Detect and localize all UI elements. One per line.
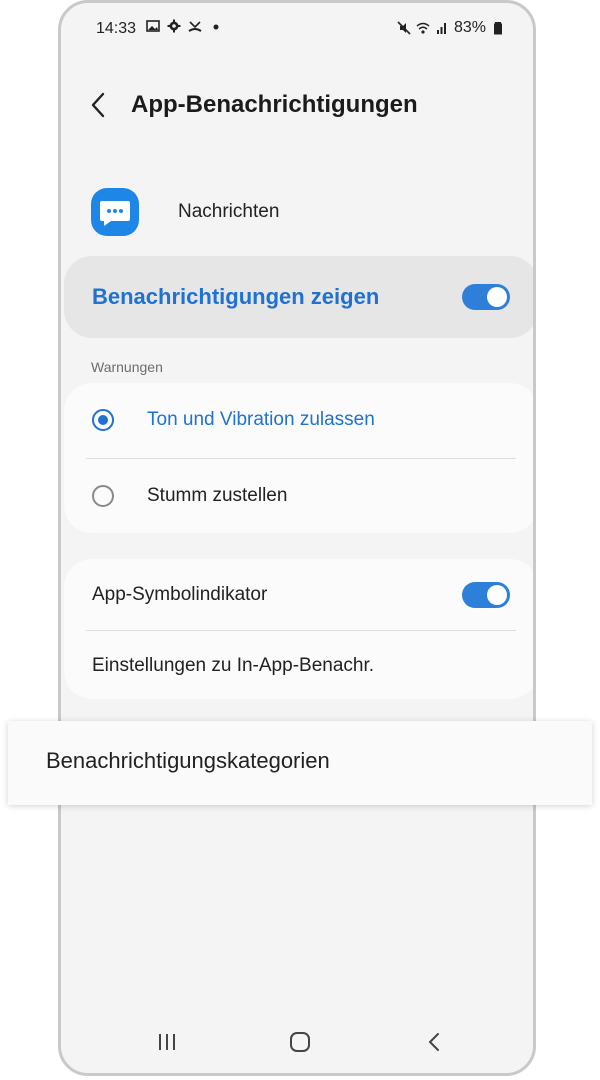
signal-icon bbox=[436, 23, 446, 34]
battery-percent: 83% bbox=[453, 19, 486, 36]
app-badge-row[interactable]: App-Symbolindikator bbox=[64, 559, 533, 630]
mute-icon bbox=[397, 21, 411, 35]
missed-call-icon bbox=[188, 21, 202, 32]
app-name: Nachrichten bbox=[178, 201, 280, 222]
app-row: Nachrichten bbox=[61, 183, 533, 243]
wifi-icon bbox=[416, 22, 430, 34]
alert-option-sound[interactable]: Ton und Vibration zulassen bbox=[64, 383, 533, 458]
app-badge-toggle[interactable] bbox=[462, 582, 510, 608]
radio-selected-icon[interactable] bbox=[92, 409, 114, 431]
chevron-left-icon[interactable] bbox=[89, 91, 109, 119]
page-title: App-Benachrichtigungen bbox=[131, 91, 418, 118]
gear-icon bbox=[167, 19, 181, 33]
in-app-settings-row[interactable]: Einstellungen zu In-App-Benachr. bbox=[64, 631, 533, 699]
toggle-knob bbox=[487, 585, 507, 605]
in-app-settings-label: Einstellungen zu In-App-Benachr. bbox=[92, 655, 375, 676]
notification-categories-row[interactable]: Benachrichtigungskategorien bbox=[8, 721, 592, 805]
home-icon[interactable] bbox=[287, 1029, 313, 1055]
navigation-bar bbox=[61, 1013, 533, 1073]
back-icon[interactable] bbox=[422, 1029, 448, 1055]
notification-categories-label: Benachrichtigungskategorien bbox=[46, 748, 330, 773]
image-icon bbox=[146, 20, 160, 32]
recents-icon[interactable] bbox=[154, 1029, 180, 1055]
alerts-section-label: Warnungen bbox=[91, 359, 163, 375]
alert-option-label: Stumm zustellen bbox=[147, 485, 288, 506]
app-badge-label: App-Symbolindikator bbox=[92, 584, 268, 605]
alert-option-label: Ton und Vibration zulassen bbox=[147, 409, 375, 430]
toggle-knob bbox=[487, 287, 507, 307]
status-right-icons: 83% bbox=[397, 19, 505, 37]
status-bar: 14:33 83% bbox=[61, 3, 533, 57]
settings-card: App-Symbolindikator Einstellungen zu In-… bbox=[64, 559, 533, 699]
show-notifications-label: Benachrichtigungen zeigen bbox=[92, 284, 380, 309]
dot-icon bbox=[213, 24, 219, 30]
status-left-icons bbox=[146, 19, 223, 33]
battery-icon bbox=[494, 22, 502, 35]
status-time: 14:33 bbox=[96, 20, 137, 37]
chat-bubble-icon bbox=[91, 188, 139, 236]
show-notifications-row[interactable]: Benachrichtigungen zeigen bbox=[64, 256, 533, 338]
header: App-Benachrichtigungen bbox=[61, 73, 533, 137]
alert-option-silent[interactable]: Stumm zustellen bbox=[64, 459, 533, 533]
show-notifications-toggle[interactable] bbox=[462, 284, 510, 310]
phone-frame: 14:33 83% App-Benachrichtigungen Nachric… bbox=[58, 0, 536, 1076]
alerts-card: Ton und Vibration zulassen Stumm zustell… bbox=[64, 383, 533, 533]
radio-unselected-icon[interactable] bbox=[92, 485, 114, 507]
